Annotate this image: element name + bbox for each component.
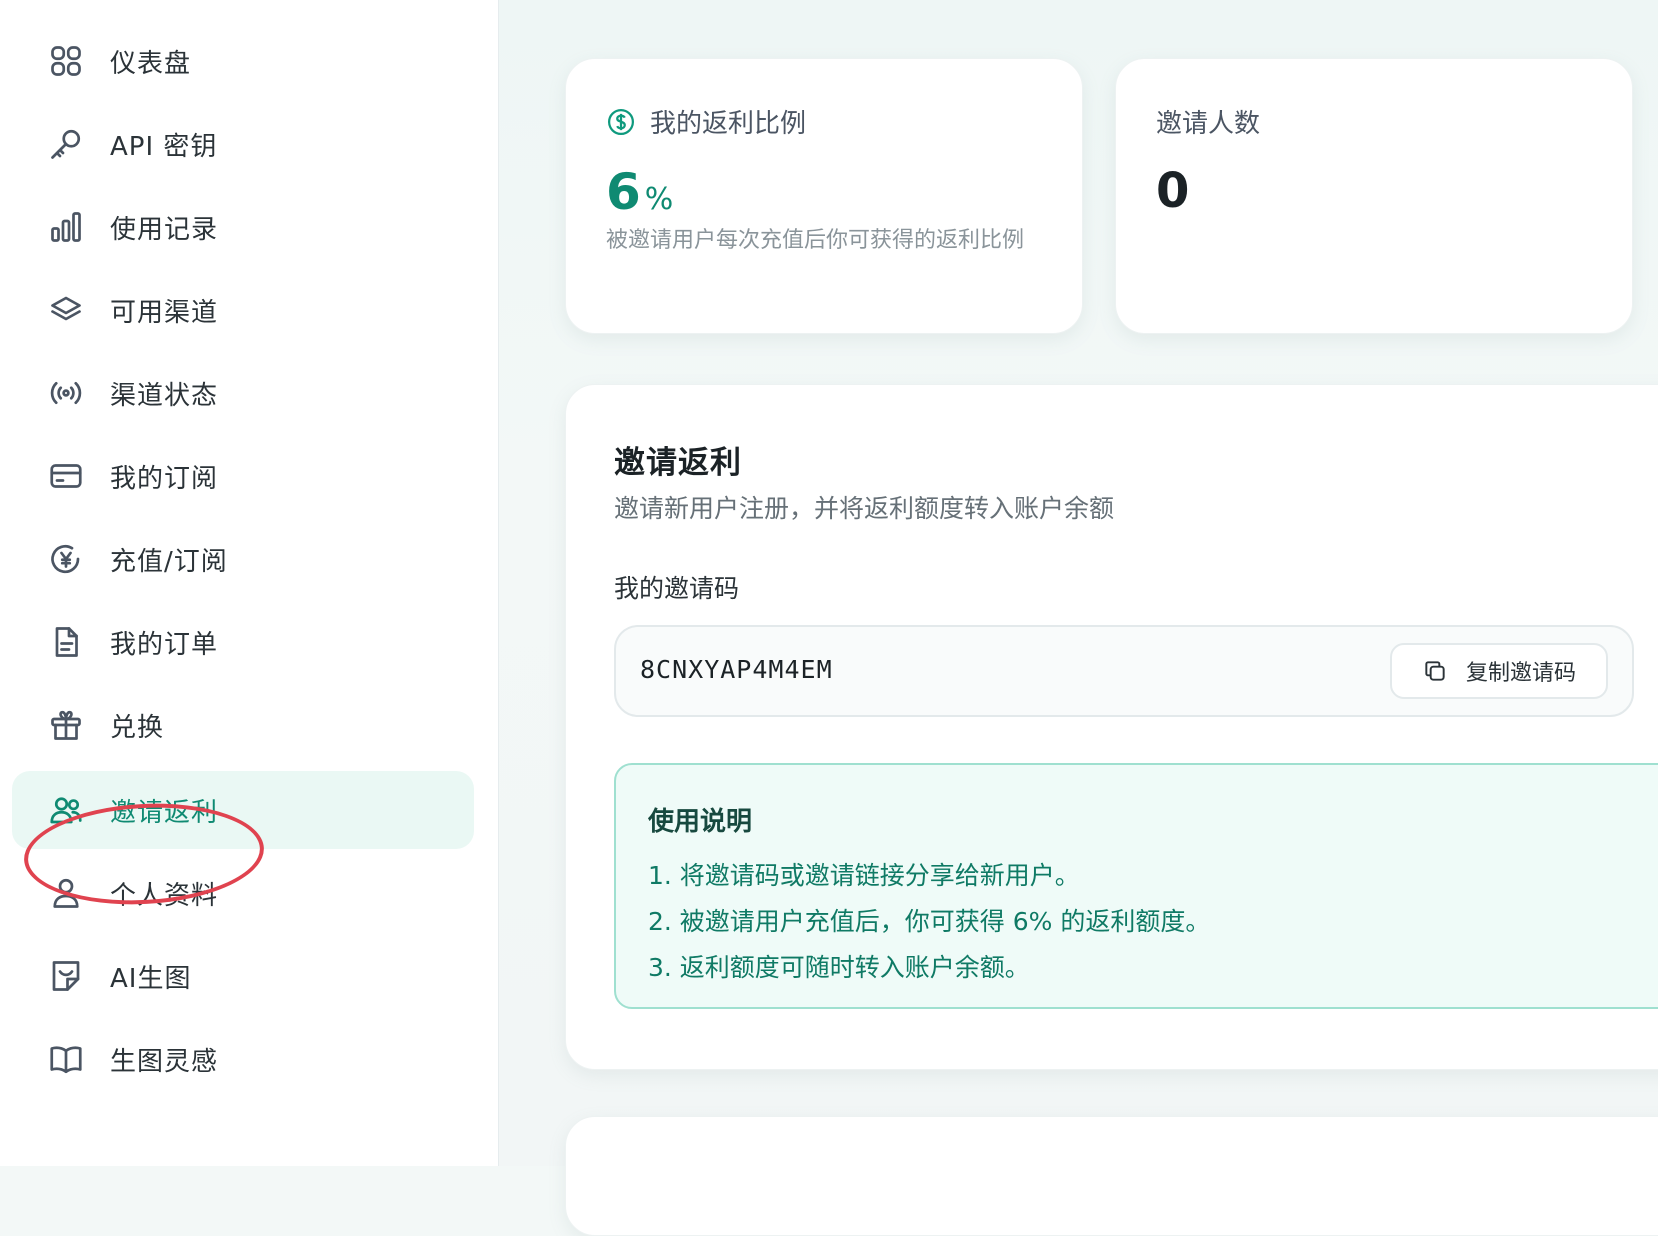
invite-count-card: 邀请人数 0 xyxy=(1115,58,1633,334)
book-icon xyxy=(46,1039,86,1079)
sidebar-item-api-keys[interactable]: API 密钥 xyxy=(12,105,474,183)
usage-notes-list: 1. 将邀请码或邀请链接分享给新用户。 2. 被邀请用户充值后，你可获得 6% … xyxy=(648,853,1210,991)
yen-coin-icon xyxy=(46,539,86,579)
sidebar-item-profile[interactable]: 个人资料 xyxy=(12,854,474,932)
referral-section-subtitle: 邀请新用户注册，并将返利额度转入账户余额 xyxy=(614,494,1115,523)
rebate-rate-title: 我的返利比例 xyxy=(606,103,806,140)
dashboard-grid-icon xyxy=(46,41,86,81)
sidebar-item-my-orders[interactable]: 我的订单 xyxy=(12,603,474,681)
sidebar-item-label: 我的订阅 xyxy=(110,463,219,494)
broadcast-icon xyxy=(46,373,86,413)
copy-invite-code-label: 复制邀请码 xyxy=(1465,661,1576,686)
image-sticker-icon xyxy=(46,956,86,996)
sidebar-item-label: 兑换 xyxy=(110,712,165,743)
sidebar-item-label: 充值/订阅 xyxy=(110,546,228,577)
rebate-rate-title-text: 我的返利比例 xyxy=(650,109,807,139)
document-icon xyxy=(46,622,86,662)
key-icon xyxy=(46,124,86,164)
sidebar-item-label: AI生图 xyxy=(110,963,192,994)
usage-note-item: 1. 将邀请码或邀请链接分享给新用户。 xyxy=(648,861,1080,890)
usage-notes-box: 使用说明 1. 将邀请码或邀请链接分享给新用户。 2. 被邀请用户充值后，你可获… xyxy=(614,763,1658,1009)
sidebar: 仪表盘 API 密钥 使用记录 可用渠道 渠道状态 我的订阅 充值/订阅 我的订… xyxy=(0,0,499,1166)
sidebar-item-inspiration[interactable]: 生图灵感 xyxy=(12,1020,474,1098)
usage-note-item: 3. 返利额度可随时转入账户余额。 xyxy=(648,953,1030,982)
users-icon xyxy=(46,790,86,830)
bar-chart-icon xyxy=(46,207,86,247)
rebate-rate-value: 6 % xyxy=(606,163,673,221)
sidebar-item-channels[interactable]: 可用渠道 xyxy=(12,271,474,349)
sidebar-item-label: 仪表盘 xyxy=(110,48,192,79)
sidebar-item-referral[interactable]: 邀请返利 xyxy=(12,771,474,849)
invite-count-value: 0 xyxy=(1156,163,1190,219)
credit-card-icon xyxy=(46,456,86,496)
gift-icon xyxy=(46,705,86,745)
sidebar-item-dashboard[interactable]: 仪表盘 xyxy=(12,22,474,100)
usage-note-item: 2. 被邀请用户充值后，你可获得 6% 的返利额度。 xyxy=(648,907,1211,936)
sidebar-item-usage[interactable]: 使用记录 xyxy=(12,188,474,266)
sidebar-item-label: API 密钥 xyxy=(110,131,218,162)
referral-section: 邀请返利 邀请新用户注册，并将返利额度转入账户余额 我的邀请码 8CNXYAP4… xyxy=(565,384,1658,1070)
sidebar-item-label: 使用记录 xyxy=(110,214,219,245)
invite-count-title: 邀请人数 xyxy=(1156,109,1261,139)
rebate-rate-card: 我的返利比例 6 % 被邀请用户每次充值后你可获得的返利比例 xyxy=(565,58,1083,334)
sidebar-item-recharge[interactable]: 充值/订阅 xyxy=(12,520,474,598)
user-icon xyxy=(46,873,86,913)
invite-code-box: 8CNXYAP4M4EM 复制邀请码 xyxy=(614,625,1634,717)
sidebar-item-my-subscription[interactable]: 我的订阅 xyxy=(12,437,474,515)
sidebar-item-label: 生图灵感 xyxy=(110,1046,219,1077)
rebate-rate-description: 被邀请用户每次充值后你可获得的返利比例 xyxy=(606,228,1025,253)
sidebar-item-redeem[interactable]: 兑换 xyxy=(12,686,474,764)
layers-icon xyxy=(46,290,86,330)
sidebar-item-channel-status[interactable]: 渠道状态 xyxy=(12,354,474,432)
copy-invite-code-button[interactable]: 复制邀请码 xyxy=(1390,643,1608,699)
sidebar-item-label: 个人资料 xyxy=(110,880,219,911)
rebate-rate-unit: % xyxy=(644,182,674,217)
sidebar-item-label: 渠道状态 xyxy=(110,380,219,411)
sidebar-item-label: 邀请返利 xyxy=(110,797,219,828)
dollar-circle-icon xyxy=(608,108,634,135)
referral-section-title: 邀请返利 xyxy=(614,445,742,481)
rebate-rate-number: 6 xyxy=(606,163,641,221)
invite-code-value[interactable]: 8CNXYAP4M4EM xyxy=(640,655,833,684)
sidebar-item-label: 我的订单 xyxy=(110,629,219,660)
sidebar-item-ai-image[interactable]: AI生图 xyxy=(12,937,474,1015)
sidebar-item-label: 可用渠道 xyxy=(110,297,219,328)
copy-icon xyxy=(1425,661,1445,681)
usage-notes-title: 使用说明 xyxy=(648,807,753,837)
invite-code-label: 我的邀请码 xyxy=(614,574,740,603)
next-section-card xyxy=(565,1116,1658,1236)
main-content: 我的返利比例 6 % 被邀请用户每次充值后你可获得的返利比例 邀请人数 0 邀请… xyxy=(499,0,1658,1236)
